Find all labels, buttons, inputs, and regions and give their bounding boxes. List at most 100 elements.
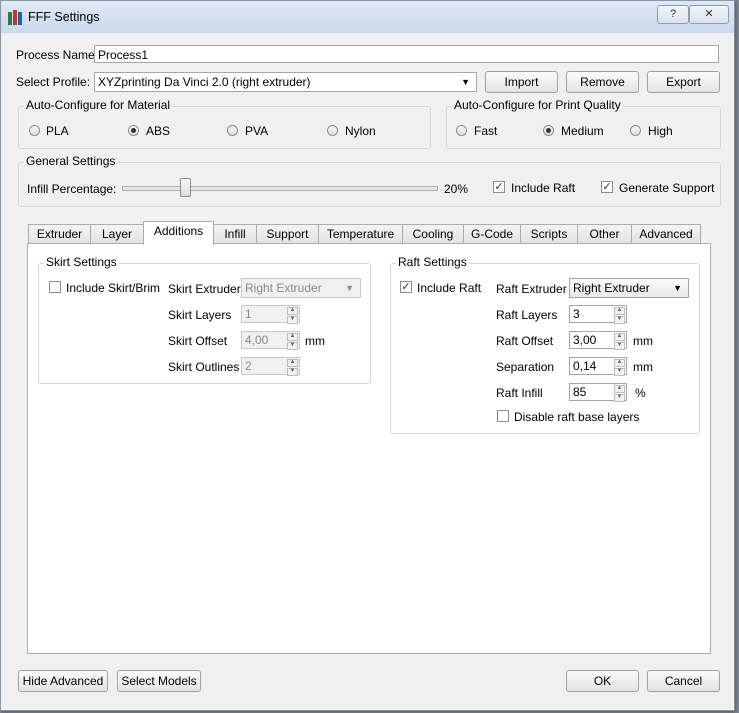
spin-down-icon[interactable]: ▼ [287,342,298,350]
skirt-extruder-select[interactable]: Right Extruder ▼ [241,278,361,298]
raft-layers-label: Raft Layers [496,308,558,322]
raft-extruder-select[interactable]: Right Extruder ▼ [569,278,689,298]
separation-spinbox[interactable]: 0,14 ▲ ▼ [569,357,627,376]
spin-down-icon[interactable]: ▼ [614,316,625,324]
tab-cooling[interactable]: Cooling [402,224,464,244]
radio-medium-label: Medium [561,124,604,138]
tab-support[interactable]: Support [256,224,319,244]
additions-panel: Skirt Settings Include Skirt/Brim Skirt … [27,243,711,654]
include-skirt-checkbox[interactable] [49,281,61,293]
import-button[interactable]: Import [485,71,558,93]
tab-g-code[interactable]: G-Code [463,224,521,244]
tab-scripts[interactable]: Scripts [520,224,578,244]
disable-raft-base-checkbox[interactable] [497,410,509,422]
general-settings-group [18,162,721,207]
radio-high[interactable] [630,125,641,136]
tab-other[interactable]: Other [577,224,632,244]
help-button[interactable]: ? [657,5,689,24]
raft-offset-value: 3,00 [573,333,597,347]
spin-up-icon[interactable]: ▲ [614,385,625,393]
infill-percentage-label: Infill Percentage: [27,182,117,196]
spin-down-icon[interactable]: ▼ [287,316,298,324]
spin-down-icon[interactable]: ▼ [614,368,625,376]
tab-temperature[interactable]: Temperature [318,224,403,244]
title-bar[interactable]: FFF Settings ? ✕ [1,1,734,33]
skirt-layers-label: Skirt Layers [168,308,232,322]
separation-label: Separation [496,360,555,374]
radio-medium[interactable] [543,125,554,136]
skirt-layers-spinbox[interactable]: 1 ▲ ▼ [241,305,300,324]
separation-unit: mm [633,360,653,374]
raft-layers-spinbox[interactable]: 3 ▲ ▼ [569,305,627,324]
radio-fast-label: Fast [474,124,498,138]
disable-raft-base-label: Disable raft base layers [514,410,640,424]
spin-down-icon[interactable]: ▼ [614,394,625,402]
ok-button[interactable]: OK [566,670,639,692]
infill-slider-track[interactable] [122,186,438,191]
raft-infill-value: 85 [573,385,587,399]
close-button[interactable]: ✕ [689,5,729,24]
radio-fast[interactable] [456,125,467,136]
raft-extruder-label: Raft Extruder [496,282,567,296]
skirt-outlines-spinbox[interactable]: 2 ▲ ▼ [241,357,300,376]
tab-infill[interactable]: Infill [213,224,257,244]
cancel-button[interactable]: Cancel [647,670,720,692]
remove-button[interactable]: Remove [566,71,639,93]
tab-layer[interactable]: Layer [90,224,144,244]
skirt-extruder-label: Skirt Extruder [168,282,241,296]
radio-abs-label: ABS [146,124,171,138]
include-raft-checkbox[interactable]: ✓ [493,181,505,193]
spin-up-icon[interactable]: ▲ [287,307,298,315]
tab-extruder[interactable]: Extruder [28,224,91,244]
generate-support-checkbox[interactable]: ✓ [601,181,613,193]
include-skirt-label: Include Skirt/Brim [66,281,161,295]
infill-slider-handle[interactable] [179,178,191,197]
spin-up-icon[interactable]: ▲ [287,359,298,367]
select-models-button[interactable]: Select Models [117,670,201,692]
process-name-label: Process Name: [16,48,99,62]
spin-down-icon[interactable]: ▼ [287,368,298,376]
spin-down-icon[interactable]: ▼ [614,342,625,350]
chevron-down-icon: ▼ [461,77,470,87]
radio-pva[interactable] [227,125,238,136]
generate-support-label: Generate Support [619,181,715,195]
app-icon [8,10,22,25]
export-button[interactable]: Export [647,71,720,93]
spin-up-icon[interactable]: ▲ [614,307,625,315]
skirt-offset-value: 4,00 [245,333,269,347]
window-title: FFF Settings [28,10,100,24]
general-settings-title: General Settings [24,154,118,168]
skirt-offset-spinbox[interactable]: 4,00 ▲ ▼ [241,331,300,350]
radio-nylon[interactable] [327,125,338,136]
raft-settings-title: Raft Settings [396,255,469,269]
radio-pla[interactable] [29,125,40,136]
separation-value: 0,14 [573,359,597,373]
raft-offset-spinbox[interactable]: 3,00 ▲ ▼ [569,331,627,350]
select-profile-label: Select Profile: [16,75,91,89]
material-group-title: Auto-Configure for Material [24,98,173,112]
tab-additions[interactable]: Additions [143,221,214,245]
hide-advanced-button[interactable]: Hide Advanced [18,670,108,692]
include-raft-label: Include Raft [511,181,576,195]
spin-up-icon[interactable]: ▲ [614,359,625,367]
fff-settings-window: FFF Settings ? ✕ Process Name: Process1 … [0,0,735,711]
raft-infill-spinbox[interactable]: 85 ▲ ▼ [569,383,627,402]
radio-abs[interactable] [128,125,139,136]
raft-include-checkbox[interactable]: ✓ [400,281,412,293]
raft-include-label: Include Raft [417,281,482,295]
process-name-input[interactable]: Process1 [94,45,719,63]
skirt-layers-value: 1 [245,307,252,321]
raft-offset-label: Raft Offset [496,334,554,348]
tab-advanced[interactable]: Advanced [631,224,701,244]
quality-group-title: Auto-Configure for Print Quality [452,98,623,112]
chevron-down-icon: ▼ [345,283,354,293]
raft-offset-unit: mm [633,334,653,348]
spin-up-icon[interactable]: ▲ [287,333,298,341]
raft-layers-value: 3 [573,307,580,321]
raft-infill-label: Raft Infill [496,386,543,400]
skirt-outlines-value: 2 [245,359,252,373]
profile-select[interactable]: XYZprinting Da Vinci 2.0 (right extruder… [94,72,477,92]
spin-up-icon[interactable]: ▲ [614,333,625,341]
skirt-settings-title: Skirt Settings [44,255,119,269]
raft-infill-unit: % [635,386,646,400]
